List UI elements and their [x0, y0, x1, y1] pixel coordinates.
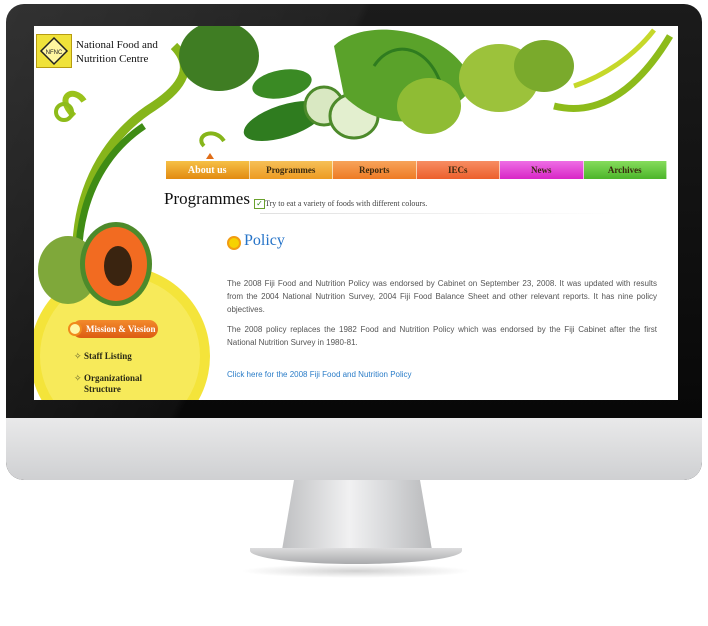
- policy-download-link[interactable]: Click here for the 2008 Fiji Food and Nu…: [227, 370, 412, 379]
- nav-iecs[interactable]: IECs: [416, 161, 500, 179]
- divider: [260, 213, 620, 214]
- star-bullet-icon: ✧: [74, 351, 82, 361]
- checkmark-icon: ✓: [254, 199, 265, 209]
- policy-heading: Policy: [244, 232, 285, 249]
- nav-news[interactable]: News: [500, 161, 584, 179]
- site-title: National Food and Nutrition Centre: [76, 38, 176, 66]
- nutrition-tip: Try to eat a variety of foods with diffe…: [265, 199, 428, 208]
- sidebar-link-staff-listing[interactable]: Staff Listing: [84, 351, 132, 362]
- section-title: Programmes: [164, 189, 250, 208]
- policy-bullet-icon: [227, 236, 241, 250]
- nav-programmes[interactable]: Programmes: [249, 161, 333, 179]
- nav-active-caret: [206, 153, 214, 159]
- monitor-stand-neck: [282, 480, 432, 550]
- mission-vision-label: Mission & Vission: [86, 324, 156, 334]
- policy-paragraph-2: The 2008 policy replaces the 1982 Food a…: [227, 325, 657, 347]
- monitor-stand-base: [250, 548, 462, 564]
- mission-vision-button[interactable]: Mission & Vission: [72, 320, 158, 338]
- nav-about-us[interactable]: About us: [166, 161, 250, 179]
- nfnc-logo[interactable]: NFNC: [36, 34, 72, 68]
- radio-bullet-icon: [68, 322, 82, 336]
- site-title-line1: National Food and: [76, 39, 158, 51]
- site-title-line2: Nutrition Centre: [76, 53, 149, 65]
- monitor-chin: [6, 418, 702, 480]
- nav-reports[interactable]: Reports: [333, 161, 417, 179]
- main-nav: About us Programmes Reports IECs News Ar…: [166, 161, 667, 179]
- nav-archives[interactable]: Archives: [583, 161, 667, 179]
- policy-paragraph-1: The 2008 Fiji Food and Nutrition Policy …: [227, 279, 657, 314]
- logo-acronym: NFNC: [46, 50, 63, 56]
- monitor-stand-shadow: [240, 564, 472, 578]
- nfnc-emblem-icon: NFNC: [39, 36, 69, 66]
- website-screen: NFNC National Food and Nutrition Centre …: [34, 26, 678, 400]
- star-bullet-icon: ✧: [74, 373, 82, 383]
- sidebar-link-organizational-structure[interactable]: Organizational Structure: [84, 373, 154, 395]
